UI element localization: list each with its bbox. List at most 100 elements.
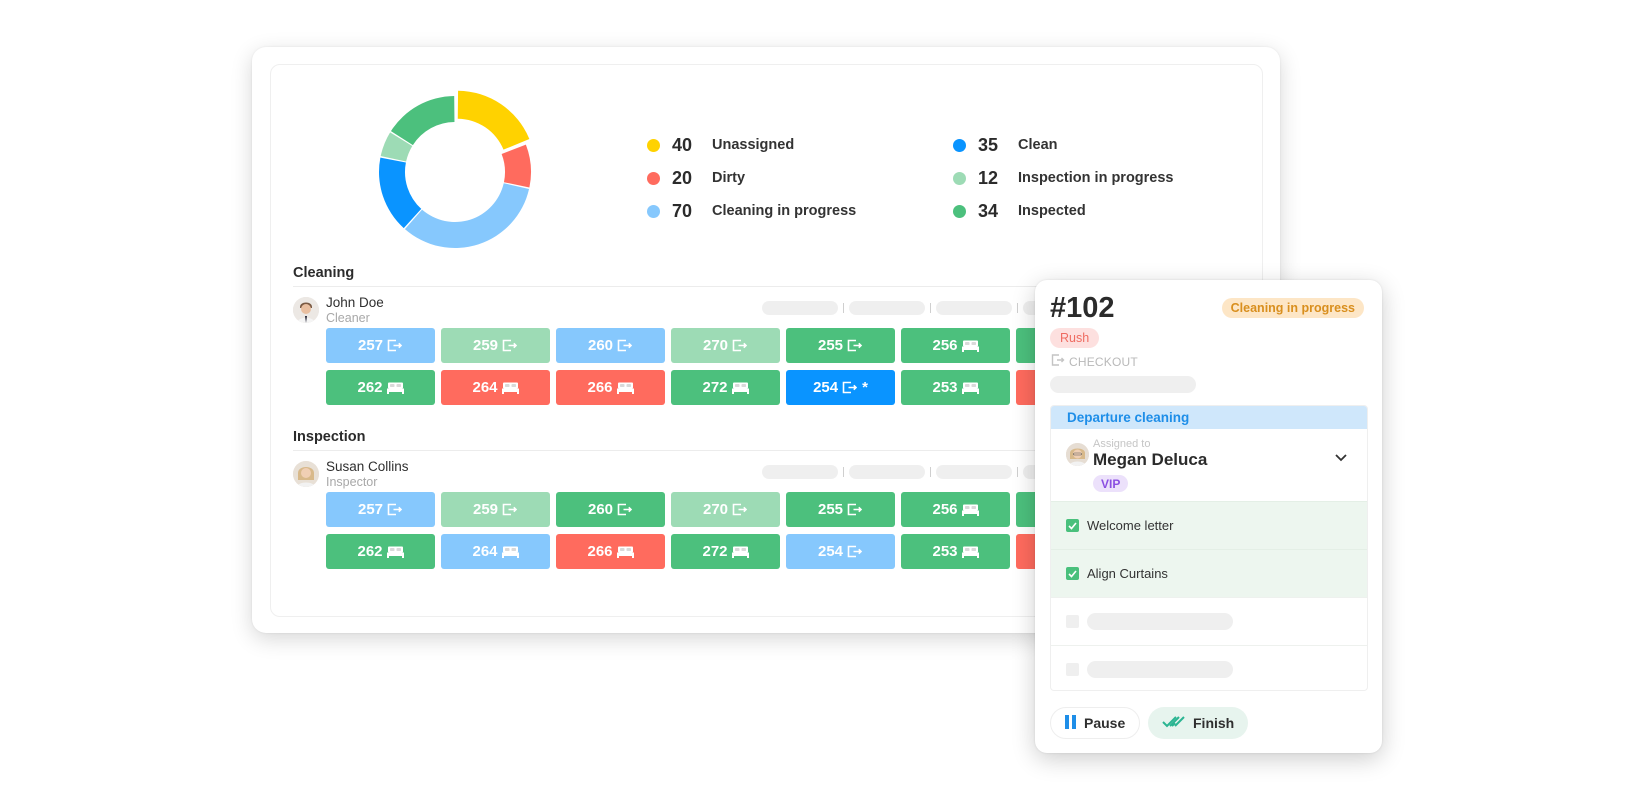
room-tile[interactable]: 253 xyxy=(901,534,1010,569)
bed-icon xyxy=(731,382,749,394)
pause-label: Pause xyxy=(1084,715,1126,731)
room-tile[interactable]: 256 xyxy=(901,492,1010,527)
bed-icon xyxy=(616,546,634,558)
room-tile[interactable]: 262 xyxy=(326,370,435,405)
avatar xyxy=(293,461,319,487)
room-tile[interactable]: 270 xyxy=(671,492,780,527)
legend-value: 70 xyxy=(672,201,693,221)
checklist-item[interactable] xyxy=(1051,597,1367,645)
separator xyxy=(930,467,931,477)
bed-icon xyxy=(386,382,404,394)
finish-button[interactable]: Finish xyxy=(1148,707,1249,739)
room-number: 264 xyxy=(472,379,498,396)
checkout-icon xyxy=(842,381,858,394)
room-tile[interactable]: 266 xyxy=(556,534,665,569)
section-title: Inspection xyxy=(293,429,366,445)
room-number: 254 xyxy=(813,379,839,396)
legend-value: 35 xyxy=(978,135,999,155)
room-type-label: CHECKOUT xyxy=(1069,354,1138,369)
bed-icon xyxy=(961,546,979,558)
chevron-down-icon[interactable] xyxy=(1333,449,1349,465)
room-tile[interactable]: 254 xyxy=(786,534,895,569)
legend-value: 34 xyxy=(978,201,999,221)
room-status-donut-chart xyxy=(379,90,531,248)
checkout-icon xyxy=(387,339,403,352)
placeholder-pill xyxy=(849,301,925,315)
room-number: 255 xyxy=(817,337,844,354)
donut-slice-dirty xyxy=(501,144,531,188)
room-tile[interactable]: 254 * xyxy=(786,370,895,405)
legend-dot xyxy=(647,172,660,185)
room-number: 256 xyxy=(932,501,958,518)
legend-dot xyxy=(953,205,966,218)
staff-name: Susan Collins xyxy=(326,459,409,474)
room-tile[interactable]: 259 xyxy=(441,328,550,363)
staff-role: Cleaner xyxy=(326,311,370,325)
room-tile[interactable]: 264 xyxy=(441,534,550,569)
checklist-item[interactable]: Align Curtains xyxy=(1051,549,1367,597)
checklist: Welcome letter Align Curtains xyxy=(1051,501,1367,690)
room-tile[interactable]: 272 xyxy=(671,534,780,569)
room-tile[interactable]: 255 xyxy=(786,492,895,527)
room-tile[interactable]: 262 xyxy=(326,534,435,569)
room-number: 270 xyxy=(702,501,729,518)
room-number: 262 xyxy=(357,543,383,560)
legend-value: 20 xyxy=(672,168,693,188)
checkbox-checked[interactable] xyxy=(1066,567,1079,580)
room-number: 270 xyxy=(702,337,729,354)
donut-slice-unassigned xyxy=(457,90,530,150)
pause-button[interactable]: Pause xyxy=(1050,707,1141,739)
room-tile[interactable]: 259 xyxy=(441,492,550,527)
room-number: 266 xyxy=(587,543,613,560)
room-number: 260 xyxy=(587,501,614,518)
checkout-icon xyxy=(617,339,633,352)
room-tile[interactable]: 256 xyxy=(901,328,1010,363)
room-number: #102 xyxy=(1050,292,1115,324)
room-number: 262 xyxy=(357,379,383,396)
room-tile[interactable]: 257 xyxy=(326,492,435,527)
room-tile[interactable]: 257 xyxy=(326,328,435,363)
placeholder-pill xyxy=(849,465,925,479)
room-tile[interactable]: 272 xyxy=(671,370,780,405)
checkout-icon xyxy=(617,503,633,516)
bed-icon xyxy=(961,382,979,394)
checklist-item[interactable]: Welcome letter xyxy=(1051,501,1367,549)
pause-icon xyxy=(1065,714,1077,732)
assignee-selector[interactable]: Assigned to Megan Deluca VIP xyxy=(1051,429,1367,501)
task-title: Departure cleaning xyxy=(1051,406,1367,429)
checkbox-unchecked[interactable] xyxy=(1066,663,1079,676)
room-tile[interactable]: 255 xyxy=(786,328,895,363)
legend-label: Cleaning in progress xyxy=(712,203,857,219)
checklist-item[interactable] xyxy=(1051,645,1367,690)
room-number: 259 xyxy=(472,337,499,354)
room-number: 255 xyxy=(817,501,844,518)
bed-icon xyxy=(731,546,749,558)
checklist-label: Align Curtains xyxy=(1087,566,1168,581)
room-tile[interactable]: 270 xyxy=(671,328,780,363)
placeholder-pill xyxy=(936,465,1012,479)
room-tile[interactable]: 253 xyxy=(901,370,1010,405)
room-tile[interactable]: 266 xyxy=(556,370,665,405)
legend-dot xyxy=(647,205,660,218)
room-tile[interactable]: 260 xyxy=(556,328,665,363)
placeholder-pill xyxy=(762,465,838,479)
donut-slice-clean xyxy=(379,157,422,229)
room-number: 253 xyxy=(932,379,958,396)
vip-badge: VIP xyxy=(1093,475,1129,492)
room-tile[interactable]: 260 xyxy=(556,492,665,527)
separator xyxy=(843,467,844,477)
checkbox-unchecked[interactable] xyxy=(1066,615,1079,628)
bed-icon xyxy=(501,382,519,394)
separator xyxy=(930,303,931,313)
room-tile[interactable]: 264 xyxy=(441,370,550,405)
legend-label: Inspected xyxy=(1018,203,1086,219)
checkbox-checked[interactable] xyxy=(1066,519,1079,532)
task-panel: Departure cleaning Assigned to Megan Del… xyxy=(1050,405,1368,691)
checkout-icon xyxy=(502,503,518,516)
loading-placeholder xyxy=(1087,661,1233,678)
room-number: 259 xyxy=(472,501,499,518)
priority-badge: Rush xyxy=(1050,328,1100,348)
room-number: 253 xyxy=(932,543,958,560)
legend-dot xyxy=(647,139,660,152)
room-number: 257 xyxy=(357,501,384,518)
